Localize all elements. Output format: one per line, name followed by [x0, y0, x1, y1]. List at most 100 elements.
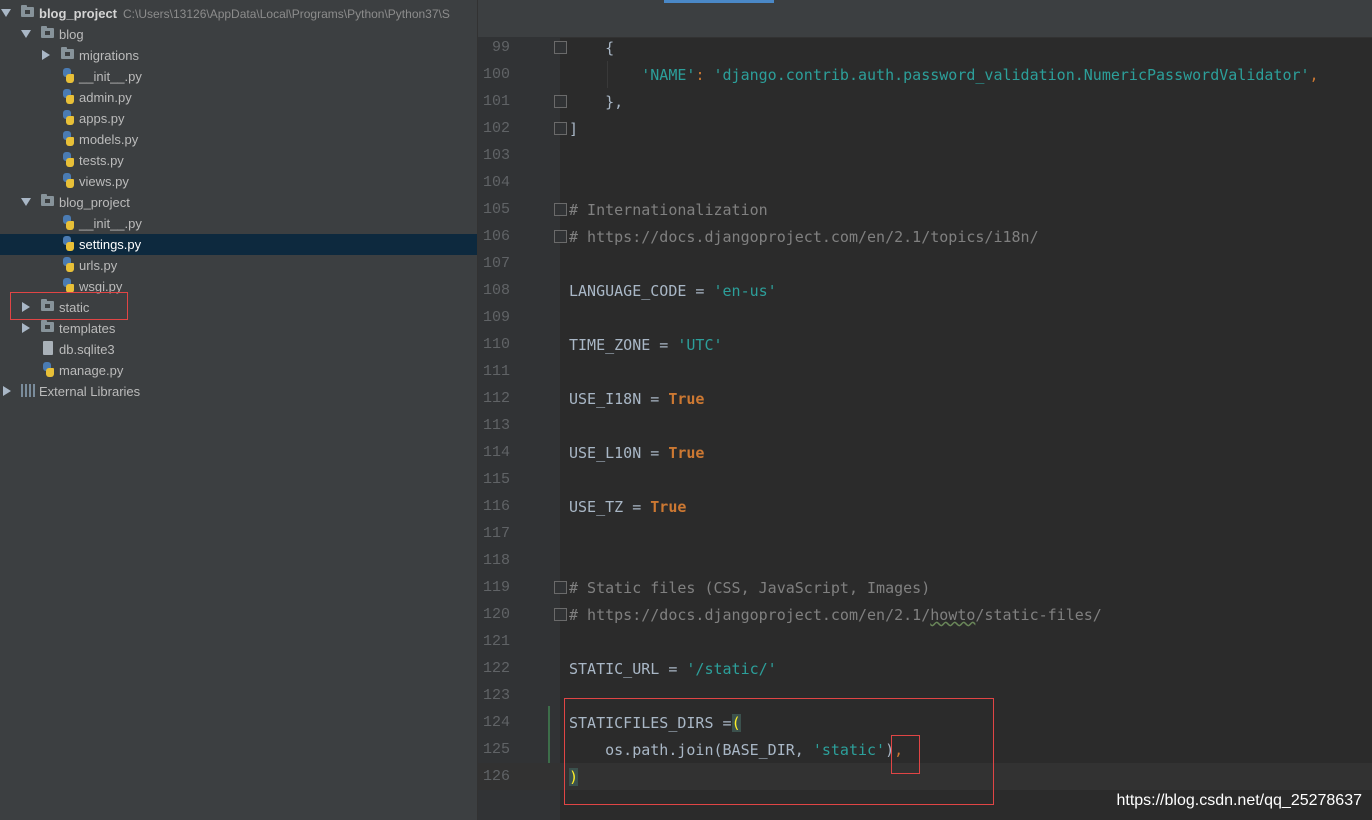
code-line-100[interactable]: 100 'NAME': 'django.contrib.auth.passwor…: [478, 61, 1372, 88]
code-line-117[interactable]: 117: [478, 520, 1372, 547]
python-file-icon: [61, 278, 75, 293]
folder-icon: [41, 26, 54, 38]
tree-item-label: apps.py: [79, 111, 125, 126]
project-tree-panel: blog_project C:\Users\13126\AppData\Loca…: [0, 0, 478, 820]
fold-marker-icon[interactable]: [554, 203, 567, 216]
code-line-111[interactable]: 111: [478, 358, 1372, 385]
code-line-116[interactable]: 116 USE_TZ = True: [478, 493, 1372, 520]
code-line-113[interactable]: 113: [478, 412, 1372, 439]
python-file-icon: [61, 68, 75, 83]
line-number: 109: [482, 309, 510, 326]
code-line-118[interactable]: 118: [478, 547, 1372, 574]
tree-item-views-py[interactable]: views.py: [0, 171, 477, 192]
line-number: 110: [482, 336, 510, 353]
tree-item-label: External Libraries: [39, 384, 141, 399]
collapse-arrow-icon[interactable]: [3, 386, 11, 396]
code-line-115[interactable]: 115: [478, 466, 1372, 493]
code-text: {: [569, 39, 615, 57]
code-text: USE_I18N = True: [569, 390, 705, 408]
tree-item-apps-py[interactable]: apps.py: [0, 108, 477, 129]
tree-item-admin-py[interactable]: admin.py: [0, 87, 477, 108]
python-file-icon: [61, 131, 75, 146]
collapse-arrow-icon[interactable]: [22, 323, 30, 333]
fold-marker-icon[interactable]: [554, 95, 567, 108]
python-file-icon: [41, 362, 55, 377]
tree-item-urls-py[interactable]: urls.py: [0, 255, 477, 276]
python-file-icon: [61, 152, 75, 167]
python-file-icon: [61, 110, 75, 125]
code-line-114[interactable]: 114 USE_L10N = True: [478, 439, 1372, 466]
tree-item-templates[interactable]: templates: [0, 318, 477, 339]
tree-item-blog[interactable]: blog: [0, 24, 477, 45]
code-comment: # Internationalization: [569, 201, 768, 219]
line-number: 108: [482, 282, 510, 299]
line-number: 118: [482, 552, 510, 569]
line-number: 119: [482, 579, 510, 596]
code-text: TIME_ZONE = 'UTC': [569, 336, 723, 354]
annotation-box-static: [10, 292, 128, 320]
tree-item-label: views.py: [79, 174, 129, 189]
line-number: 120: [482, 606, 510, 623]
tree-item-tests-py[interactable]: tests.py: [0, 150, 477, 171]
code-line-99[interactable]: 99 {: [478, 34, 1372, 61]
python-file-icon: [61, 236, 75, 251]
tree-item-label: blog_project: [59, 195, 130, 210]
line-number: 107: [482, 255, 510, 272]
code-line-110[interactable]: 110 TIME_ZONE = 'UTC': [478, 331, 1372, 358]
code-line-105[interactable]: 105 # Internationalization: [478, 196, 1372, 223]
line-number: 123: [482, 687, 510, 704]
tree-item-settings-py[interactable]: settings.py: [0, 234, 477, 255]
tree-item-label: models.py: [79, 132, 139, 147]
code-line-119[interactable]: 119 # Static files (CSS, JavaScript, Ima…: [478, 574, 1372, 601]
expand-arrow-icon[interactable]: [1, 9, 11, 17]
active-tab-indicator: [664, 0, 774, 3]
code-line-106[interactable]: 106 # https://docs.djangoproject.com/en/…: [478, 223, 1372, 250]
line-number: 115: [482, 471, 510, 488]
line-number: 113: [482, 417, 510, 434]
code-line-109[interactable]: 109: [478, 304, 1372, 331]
annotation-box-staticfiles: [564, 698, 994, 805]
tree-item-external-libraries[interactable]: External Libraries: [0, 381, 477, 402]
code-line-122[interactable]: 122 STATIC_URL = '/static/': [478, 655, 1372, 682]
tree-item-migrations[interactable]: migrations: [0, 45, 477, 66]
watermark: https://blog.csdn.net/qq_25278637: [1116, 792, 1362, 809]
tree-root[interactable]: blog_project C:\Users\13126\AppData\Loca…: [0, 3, 477, 24]
code-line-108[interactable]: 108 LANGUAGE_CODE = 'en-us': [478, 277, 1372, 304]
code-line-103[interactable]: 103: [478, 142, 1372, 169]
fold-marker-icon[interactable]: [554, 230, 567, 243]
code-line-112[interactable]: 112 USE_I18N = True: [478, 385, 1372, 412]
tree-item-models-py[interactable]: models.py: [0, 129, 477, 150]
code-text: 'NAME': 'django.contrib.auth.password_va…: [641, 66, 1319, 84]
tree-item-label: tests.py: [79, 153, 124, 168]
fold-marker-icon[interactable]: [554, 41, 567, 54]
fold-marker-icon[interactable]: [554, 581, 567, 594]
line-number: 117: [482, 525, 510, 542]
tree-item-init-py[interactable]: __init__.py: [0, 66, 477, 87]
line-number: 99: [491, 39, 510, 56]
tree-item-manage-py[interactable]: manage.py: [0, 360, 477, 381]
code-line-102[interactable]: 102 ]: [478, 115, 1372, 142]
code-editor[interactable]: 99 { 100 'NAME': 'django.contrib.auth.pa…: [478, 0, 1372, 820]
code-text: },: [569, 93, 624, 111]
code-text: USE_L10N = True: [569, 444, 705, 462]
folder-icon: [41, 320, 54, 332]
root-project-path: C:\Users\13126\AppData\Local\Programs\Py…: [123, 7, 450, 21]
tree-item-init-py[interactable]: __init__.py: [0, 213, 477, 234]
expand-arrow-icon[interactable]: [21, 30, 31, 38]
tree-item-db-sqlite3[interactable]: db.sqlite3: [0, 339, 477, 360]
code-line-120[interactable]: 120 # https://docs.djangoproject.com/en/…: [478, 601, 1372, 628]
code-text: USE_TZ = True: [569, 498, 687, 516]
code-line-121[interactable]: 121: [478, 628, 1372, 655]
fold-marker-icon[interactable]: [554, 608, 567, 621]
code-text: STATIC_URL = '/static/': [569, 660, 777, 678]
code-text: ]: [569, 120, 579, 138]
tree-item-label: templates: [59, 321, 116, 336]
collapse-arrow-icon[interactable]: [42, 50, 50, 60]
folder-icon: [41, 194, 54, 206]
expand-arrow-icon[interactable]: [21, 198, 31, 206]
tree-item-blog-project[interactable]: blog_project: [0, 192, 477, 213]
code-line-104[interactable]: 104: [478, 169, 1372, 196]
code-line-107[interactable]: 107: [478, 250, 1372, 277]
fold-marker-icon[interactable]: [554, 122, 567, 135]
code-line-101[interactable]: 101 },: [478, 88, 1372, 115]
